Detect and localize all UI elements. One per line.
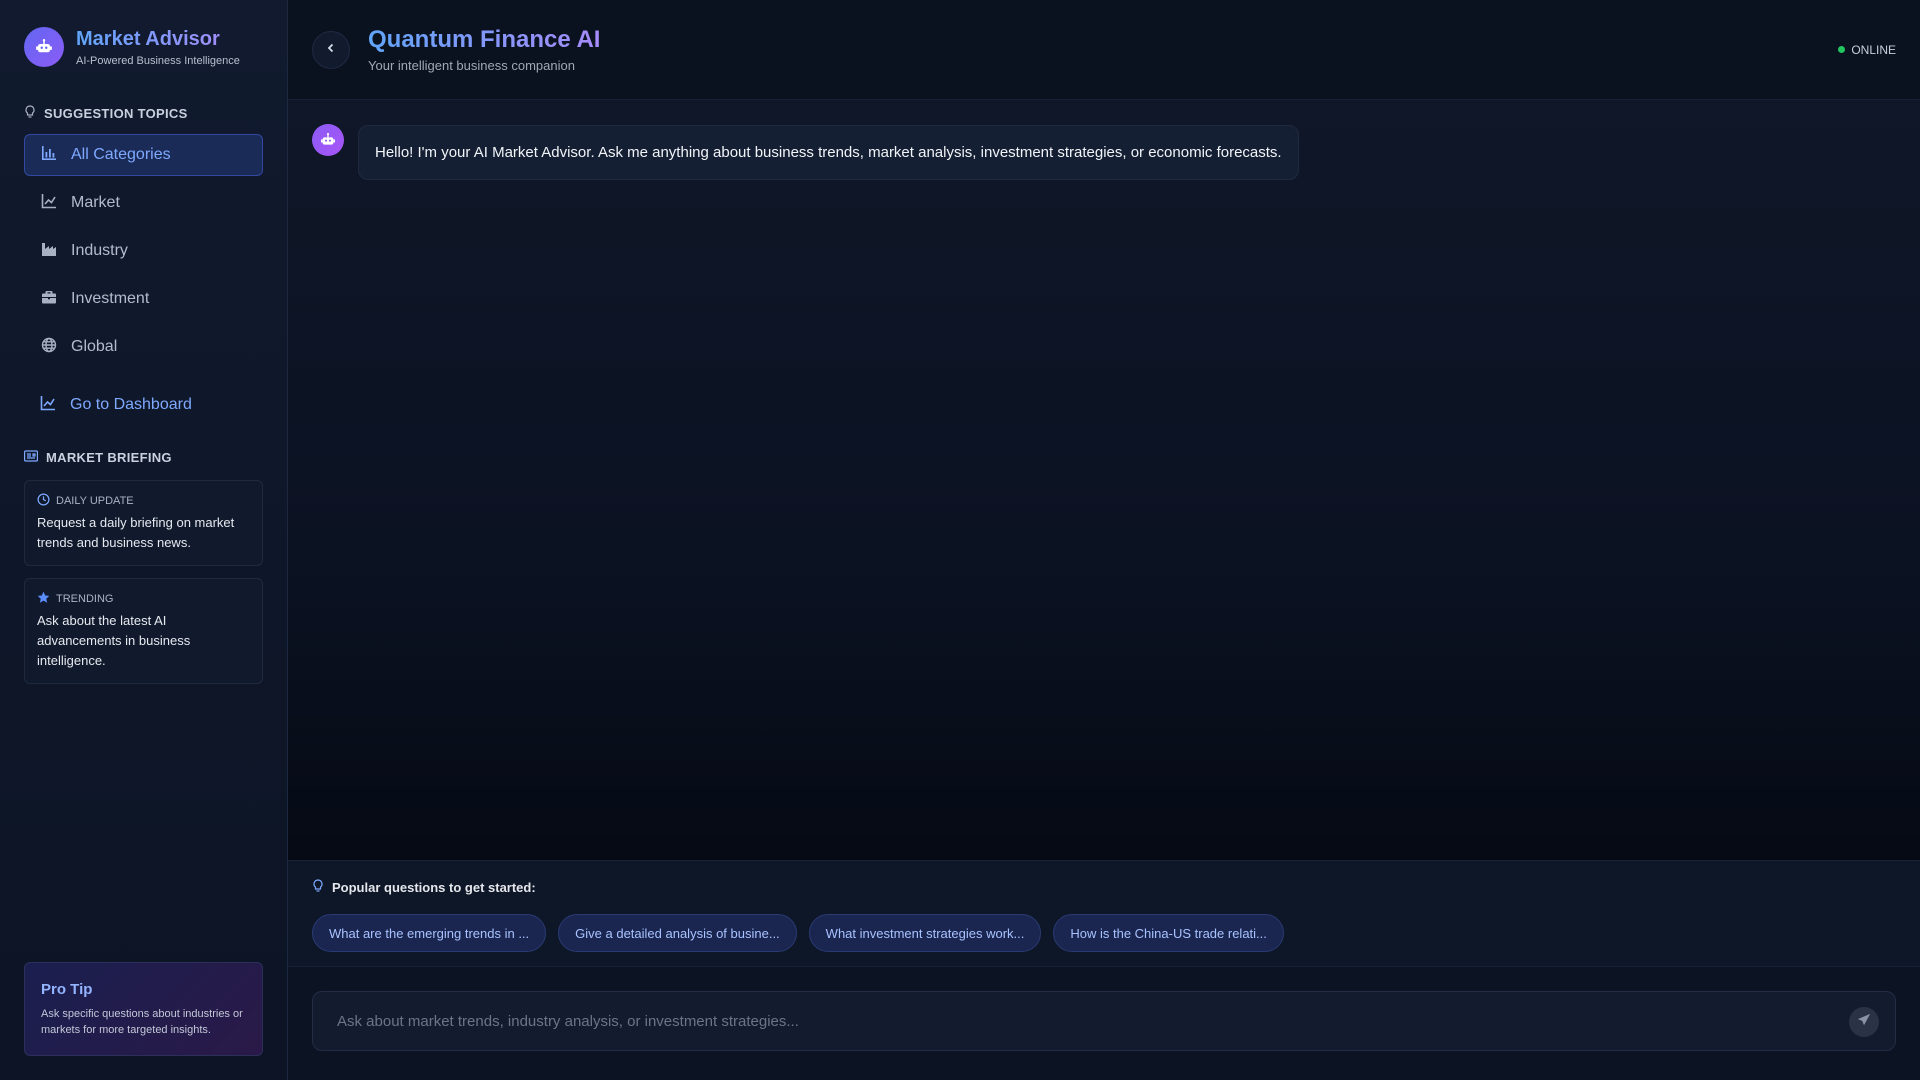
page-title: Quantum Finance AI bbox=[368, 26, 601, 53]
suggestion-chip[interactable]: Give a detailed analysis of busine... bbox=[558, 914, 797, 952]
sidebar-item-global[interactable]: Global bbox=[24, 326, 263, 368]
section-title-text: MARKET BRIEFING bbox=[46, 449, 172, 465]
status-badge: ONLINE bbox=[1838, 43, 1896, 57]
send-icon bbox=[1857, 1013, 1871, 1032]
briefcase-icon bbox=[41, 289, 57, 310]
section-title-text: SUGGESTION TOPICS bbox=[44, 105, 188, 121]
brand-title: Market Advisor bbox=[76, 28, 240, 51]
composer bbox=[288, 966, 1920, 1080]
message-bubble: Hello! I'm your AI Market Advisor. Ask m… bbox=[358, 125, 1299, 180]
globe-icon bbox=[41, 337, 57, 358]
lightbulb-icon bbox=[24, 104, 36, 122]
sidebar-item-label: Market bbox=[71, 194, 120, 211]
chevron-left-icon bbox=[325, 41, 337, 59]
sidebar-item-label: All Categories bbox=[71, 146, 171, 163]
sidebar-item-market[interactable]: Market bbox=[24, 182, 263, 224]
suggestion-chip[interactable]: What are the emerging trends in ... bbox=[312, 914, 547, 952]
suggestion-chip[interactable]: How is the China-US trade relati... bbox=[1053, 914, 1284, 952]
briefing-card-header: DAILY UPDATE bbox=[37, 493, 250, 509]
factory-icon bbox=[41, 241, 57, 262]
briefing-card-trending[interactable]: TRENDING Ask about the latest AI advance… bbox=[24, 578, 263, 684]
sidebar-item-industry[interactable]: Industry bbox=[24, 230, 263, 272]
briefing-card-header: TRENDING bbox=[37, 591, 250, 607]
robot-icon bbox=[24, 27, 64, 67]
go-to-dashboard-link[interactable]: Go to Dashboard bbox=[24, 384, 263, 426]
main-panel: Quantum Finance AI Your intelligent busi… bbox=[288, 0, 1920, 1080]
status-text: ONLINE bbox=[1851, 42, 1896, 57]
message-input-wrapper bbox=[312, 991, 1896, 1051]
briefing-card-tag: DAILY UPDATE bbox=[56, 495, 134, 507]
sidebar: Market Advisor AI-Powered Business Intel… bbox=[0, 0, 288, 1080]
pro-tip-card: Pro Tip Ask specific questions about ind… bbox=[24, 962, 263, 1056]
pro-tip-title: Pro Tip bbox=[41, 981, 93, 998]
chat-header: Quantum Finance AI Your intelligent busi… bbox=[288, 0, 1920, 100]
status-dot bbox=[1838, 46, 1846, 53]
chat-area: Hello! I'm your AI Market Advisor. Ask m… bbox=[288, 100, 1920, 860]
assistant-message: Hello! I'm your AI Market Advisor. Ask m… bbox=[312, 124, 1896, 180]
newspaper-icon bbox=[24, 449, 39, 465]
brand-subtitle: AI-Powered Business Intelligence bbox=[76, 54, 240, 67]
suggestion-topics-heading: SUGGESTION TOPICS bbox=[24, 102, 263, 124]
robot-icon bbox=[312, 124, 344, 156]
briefing-card-text: Ask about the latest AI advancements in … bbox=[37, 613, 191, 668]
back-button[interactable] bbox=[312, 30, 350, 69]
sidebar-item-label: Investment bbox=[71, 290, 150, 307]
brand: Market Advisor AI-Powered Business Intel… bbox=[24, 0, 263, 94]
sidebar-item-investment[interactable]: Investment bbox=[24, 278, 263, 320]
suggestions-panel: Popular questions to get started: What a… bbox=[288, 860, 1920, 966]
dashboard-link-label: Go to Dashboard bbox=[70, 396, 192, 413]
clock-icon bbox=[37, 493, 50, 509]
star-icon bbox=[37, 591, 50, 607]
briefing-card-text: Request a daily briefing on market trend… bbox=[37, 515, 235, 550]
suggestion-chip[interactable]: What investment strategies work... bbox=[808, 914, 1042, 952]
suggestions-heading-text: Popular questions to get started: bbox=[332, 880, 536, 895]
sidebar-item-all-categories[interactable]: All Categories bbox=[24, 134, 263, 176]
topics-nav: All Categories Market Industry Investmen… bbox=[24, 134, 263, 368]
page-subtitle: Your intelligent business companion bbox=[368, 58, 575, 73]
suggestions-heading: Popular questions to get started: bbox=[312, 879, 1896, 896]
sidebar-item-label: Industry bbox=[71, 242, 128, 259]
line-chart-icon bbox=[40, 395, 56, 416]
message-input[interactable] bbox=[313, 992, 1895, 1050]
briefing-card-daily-update[interactable]: DAILY UPDATE Request a daily briefing on… bbox=[24, 480, 263, 566]
lightbulb-icon bbox=[312, 879, 324, 896]
send-button[interactable] bbox=[1849, 1007, 1879, 1037]
briefing-card-tag: TRENDING bbox=[56, 593, 114, 605]
bar-chart-icon bbox=[41, 145, 57, 166]
line-chart-icon bbox=[41, 193, 57, 214]
pro-tip-text: Ask specific questions about industries … bbox=[41, 1008, 243, 1036]
app: Market Advisor AI-Powered Business Intel… bbox=[0, 0, 1920, 1080]
market-briefing-heading: MARKET BRIEFING bbox=[24, 446, 263, 468]
suggestion-chips: What are the emerging trends in ... Give… bbox=[312, 914, 1896, 952]
sidebar-item-label: Global bbox=[71, 338, 118, 355]
